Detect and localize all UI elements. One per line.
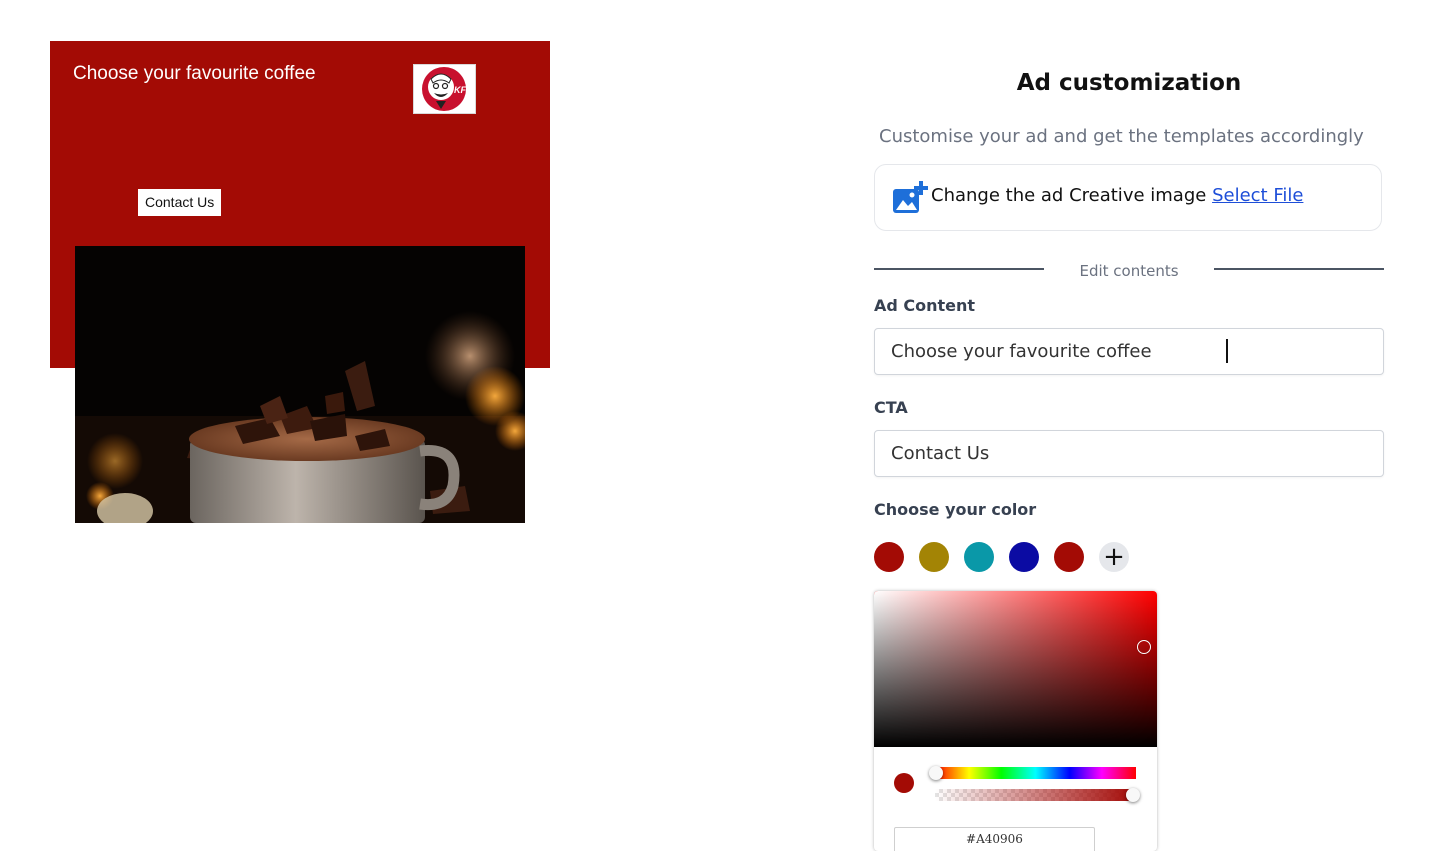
divider-label: Edit contents [1079,262,1179,280]
page-subtitle: Customise your ad and get the templates … [879,126,1364,147]
kfc-logo: KFC [413,64,476,114]
divider-right [1214,268,1384,270]
hue-slider[interactable] [929,766,1136,780]
color-swatches: + [874,542,1129,572]
color-swatch-2[interactable] [919,542,949,572]
ad-content-input[interactable] [874,328,1384,375]
image-upload-box[interactable]: Change the ad Creative image Select File [874,164,1382,231]
hex-input[interactable]: #A40906 [894,827,1095,851]
saturation-handle[interactable] [1137,640,1151,654]
color-swatch-3[interactable] [964,542,994,572]
ad-creative-image [75,246,525,523]
color-swatch-5[interactable] [1054,542,1084,572]
upload-text: Change the ad Creative image Select File [931,185,1303,206]
text-cursor [1226,339,1228,363]
color-preview-dot [894,773,914,793]
color-picker-popover: #A40906 [874,591,1157,851]
ad-headline: Choose your favourite coffee [73,63,316,84]
cta-input[interactable] [874,430,1384,477]
add-image-icon [892,181,928,215]
alpha-slider-knob[interactable] [1126,788,1140,802]
color-swatch-1[interactable] [874,542,904,572]
cta-label: CTA [874,398,908,417]
ad-cta-button[interactable]: Contact Us [138,189,222,216]
saturation-area[interactable] [874,591,1157,747]
select-file-link[interactable]: Select File [1212,185,1303,206]
plus-icon[interactable]: + [1099,542,1129,572]
svg-text:KFC: KFC [454,85,473,95]
alpha-slider[interactable] [935,788,1140,802]
color-label: Choose your color [874,500,1037,519]
page-title: Ad customization [1016,70,1242,96]
color-swatch-4[interactable] [1009,542,1039,572]
hue-slider-knob[interactable] [929,766,943,780]
ad-content-label: Ad Content [874,296,976,315]
upload-label: Change the ad Creative image [931,185,1207,206]
